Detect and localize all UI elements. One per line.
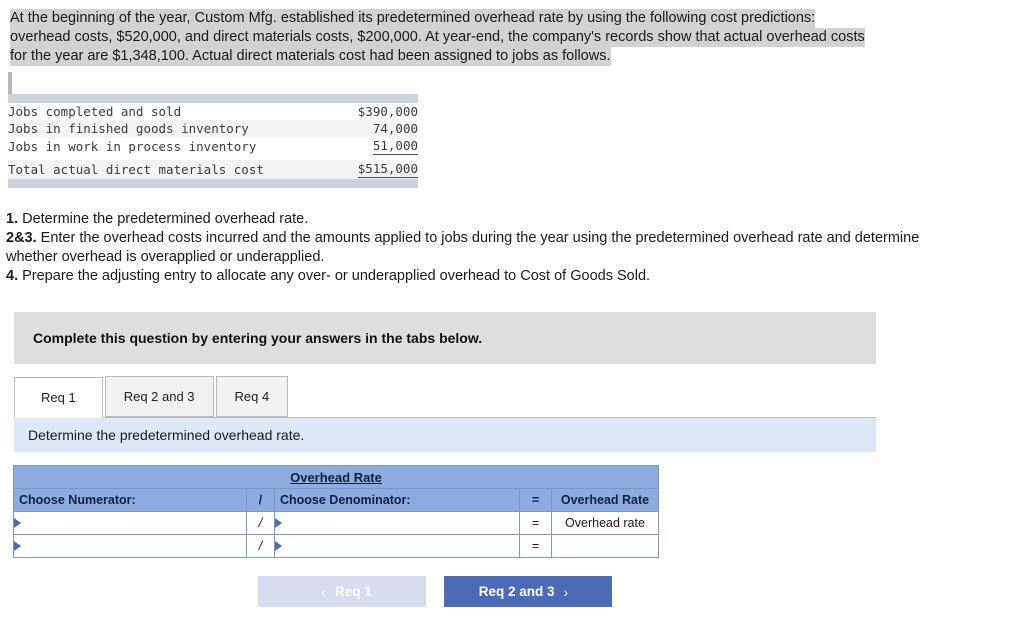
requirement-2-3-number: 2&3. <box>6 230 37 246</box>
header-slash: / <box>246 488 275 512</box>
table-row: / = Overhead rate <box>13 511 659 535</box>
denominator-dropdown-row-1[interactable] <box>274 511 520 535</box>
dropdown-arrow-icon <box>275 541 282 551</box>
header-equals: = <box>519 488 552 512</box>
dropdown-arrow-icon <box>14 518 21 528</box>
table-row: Jobs in work in process inventory 51,000 <box>8 137 418 156</box>
header-choose-denominator: Choose Denominator: <box>274 488 520 512</box>
overhead-rate-table: Overhead Rate Choose Numerator: / Choose… <box>13 465 659 558</box>
table-row: Jobs in finished goods inventory 74,000 <box>8 120 418 137</box>
requirement-1-text: Determine the predetermined overhead rat… <box>18 211 309 227</box>
exhibit-bottom-bar <box>8 179 418 188</box>
exhibit-amount-3-value: $515,000 <box>357 161 418 178</box>
requirement-1-number: 1. <box>6 211 19 227</box>
tab-req-1-label: Req 1 <box>41 390 76 405</box>
exhibit-top-bar <box>8 94 418 103</box>
exhibit-amount-2: 51,000 <box>340 137 418 156</box>
navigation-buttons: ‹ Req 1 Req 2 and 3 › <box>258 576 1024 607</box>
tab-req-4[interactable]: Req 4 <box>215 376 289 417</box>
problem-line-2-text: overhead costs, $520,000, and direct mat… <box>10 28 865 47</box>
requirements-list: 1. Determine the predetermined overhead … <box>6 210 966 286</box>
dropdown-arrow-icon <box>14 541 21 551</box>
dropdown-arrow-icon <box>275 518 282 528</box>
exhibit-table-container: Jobs completed and sold $390,000 Jobs in… <box>8 72 418 188</box>
exhibit-top-box <box>8 72 418 94</box>
denominator-dropdown-row-2[interactable] <box>274 534 520 558</box>
direct-materials-cost-table: Jobs completed and sold $390,000 Jobs in… <box>8 103 418 179</box>
chevron-right-icon: › <box>563 583 569 600</box>
problem-line-1: At the beginning of the year, Custom Mfg… <box>10 9 1012 28</box>
answer-title-row: Overhead Rate <box>13 465 659 489</box>
next-req-button[interactable]: Req 2 and 3 › <box>444 576 612 607</box>
instruction-banner: Complete this question by entering your … <box>14 312 876 364</box>
chevron-left-icon: ‹ <box>321 583 326 600</box>
tab-req-4-label: Req 4 <box>234 389 270 404</box>
exhibit-amount-3: $515,000 <box>340 160 418 179</box>
exhibit-label-0: Jobs completed and sold <box>8 104 182 119</box>
slash-row-2: / <box>246 534 275 558</box>
exhibit-amount-0-value: $390,000 <box>357 104 418 119</box>
requirement-4: 4. Prepare the adjusting entry to alloca… <box>6 267 966 286</box>
table-row: Jobs completed and sold $390,000 <box>8 103 418 120</box>
exhibit-label-2: Jobs in work in process inventory <box>8 139 257 154</box>
table-row: / = <box>13 534 659 558</box>
tab-bar: Req 1 Req 2 and 3 Req 4 <box>14 376 876 418</box>
requirement-1: 1. Determine the predetermined overhead … <box>6 210 966 229</box>
requirement-4-text: Prepare the adjusting entry to allocate … <box>18 268 651 284</box>
header-overhead-rate: Overhead Rate <box>551 488 659 512</box>
equals-row-2: = <box>519 534 552 558</box>
next-req-button-label: Req 2 and 3 <box>478 584 555 599</box>
slash-row-1: / <box>246 511 275 535</box>
problem-line-2: overhead costs, $520,000, and direct mat… <box>10 28 1012 47</box>
problem-statement: At the beginning of the year, Custom Mfg… <box>0 0 1024 66</box>
answer-header-row: Choose Numerator: / Choose Denominator: … <box>13 488 659 512</box>
exhibit-amount-1: 74,000 <box>340 120 418 137</box>
prev-req-button-label: Req 1 <box>334 584 372 599</box>
overhead-rate-value-row-2 <box>551 534 659 558</box>
tab-req-1[interactable]: Req 1 <box>14 377 103 418</box>
tab-instruction-bar: Determine the predetermined overhead rat… <box>14 418 876 452</box>
table-row: Total actual direct materials cost $515,… <box>8 160 418 179</box>
exhibit-label-3: Total actual direct materials cost <box>8 162 264 177</box>
requirement-2-3-text: Enter the overhead costs incurred and th… <box>6 230 920 265</box>
overhead-rate-value-row-1: Overhead rate <box>551 511 659 535</box>
exhibit-label-1: Jobs in finished goods inventory <box>8 121 249 136</box>
numerator-dropdown-row-2[interactable] <box>13 534 247 558</box>
exhibit-amount-0: $390,000 <box>340 103 418 120</box>
problem-line-3-text: for the year are $1,348,100. Actual dire… <box>10 47 611 66</box>
header-choose-numerator: Choose Numerator: <box>13 488 247 512</box>
tab-req-2-and-3[interactable]: Req 2 and 3 <box>104 376 214 417</box>
equals-row-1: = <box>519 511 552 535</box>
requirement-2-3: 2&3. Enter the overhead costs incurred a… <box>6 229 966 267</box>
overhead-rate-title: Overhead Rate <box>13 465 659 489</box>
requirement-4-number: 4. <box>6 268 19 284</box>
overhead-rate-title-text: Overhead Rate <box>290 469 382 485</box>
numerator-dropdown-row-1[interactable] <box>13 511 247 535</box>
tab-req-2-and-3-label: Req 2 and 3 <box>123 389 195 404</box>
prev-req-button[interactable]: ‹ Req 1 <box>258 576 426 607</box>
exhibit-amount-1-value: 74,000 <box>372 121 418 136</box>
exhibit-amount-2-value: 51,000 <box>372 138 418 155</box>
answer-table-container: Overhead Rate Choose Numerator: / Choose… <box>13 465 1024 558</box>
problem-line-3: for the year are $1,348,100. Actual dire… <box>10 47 1012 66</box>
tab-instruction-text: Determine the predetermined overhead rat… <box>28 427 305 443</box>
problem-line-1-text: At the beginning of the year, Custom Mfg… <box>10 9 816 28</box>
instruction-banner-text: Complete this question by entering your … <box>33 330 483 346</box>
